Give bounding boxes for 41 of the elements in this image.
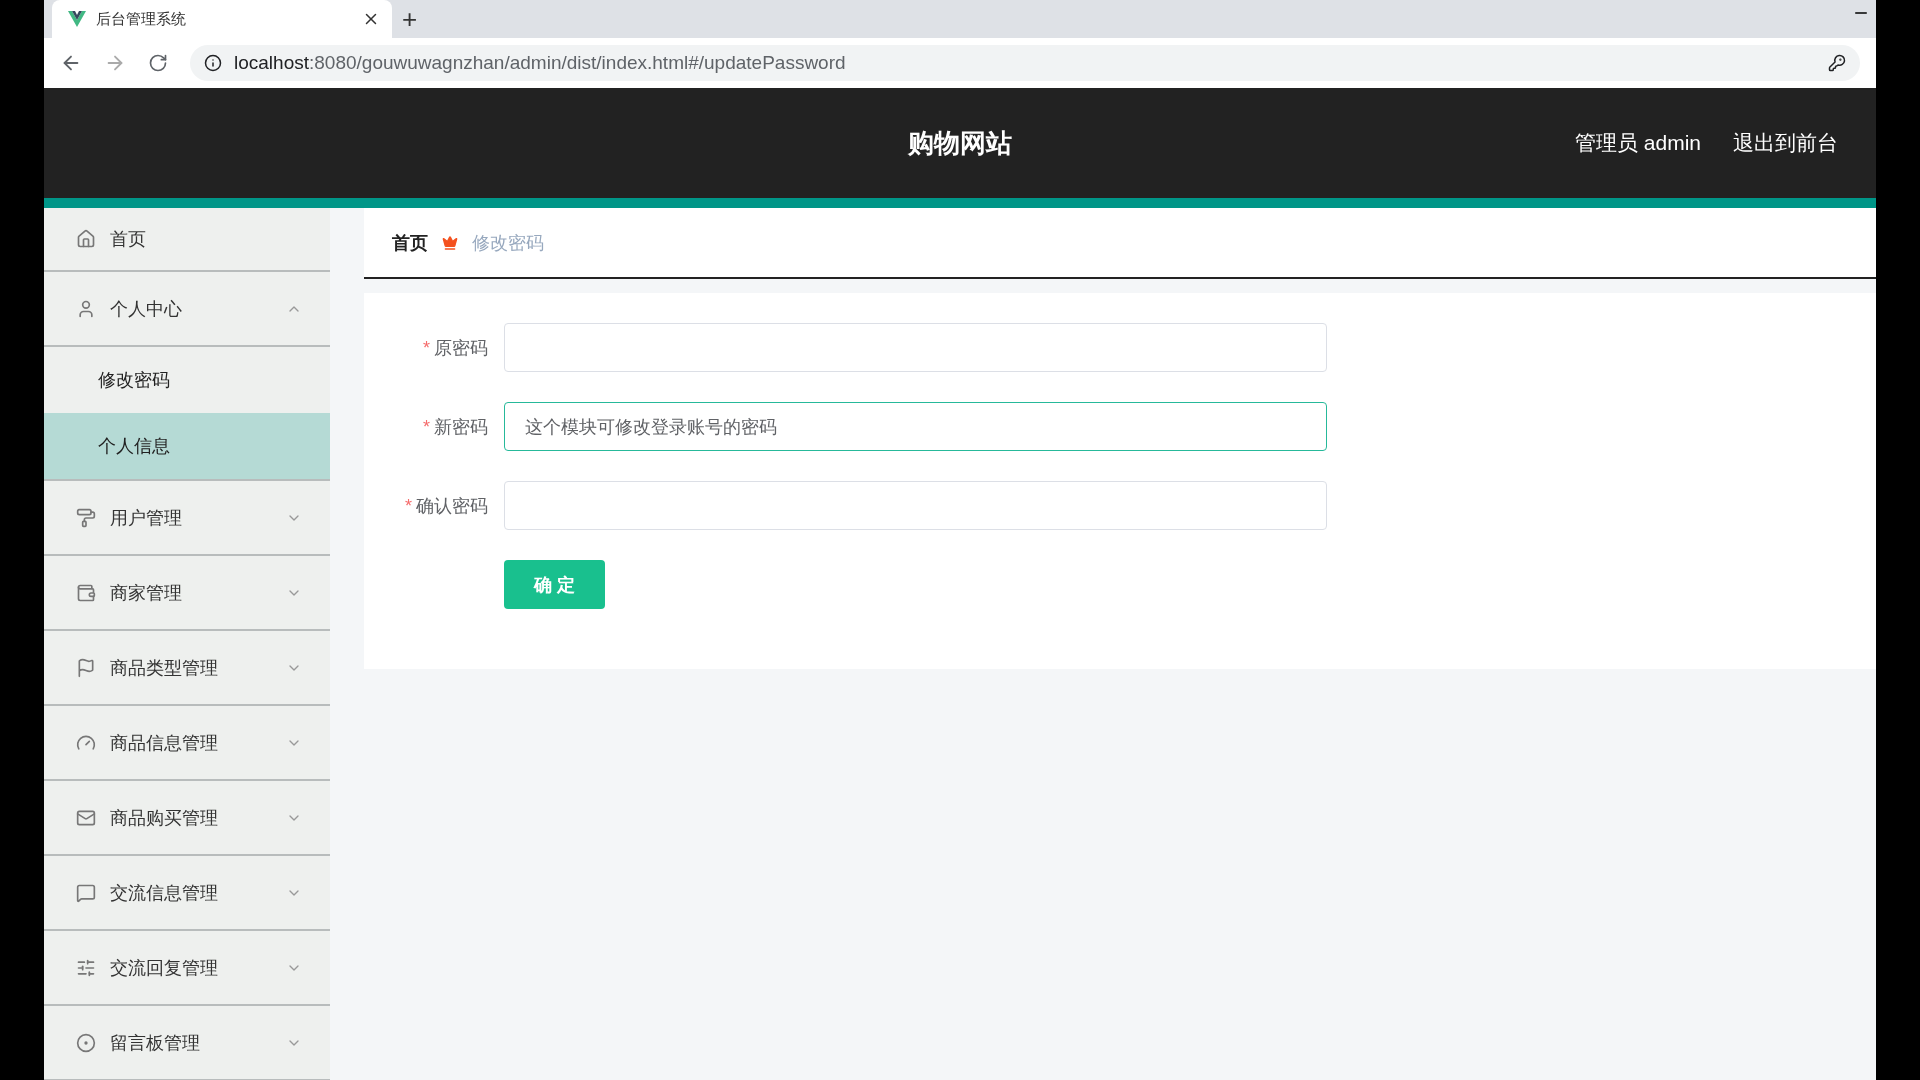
key-icon[interactable] — [1828, 54, 1846, 72]
user-icon — [76, 298, 96, 319]
field-label: * 原密码 — [422, 336, 489, 360]
sidebar-item[interactable]: 个人中心 — [44, 272, 330, 347]
url-text: localhost:8080/gouwuwagnzhan/admin/dist/index.html#/updatePassword — [234, 52, 846, 74]
password-field[interactable] — [504, 481, 1327, 530]
v-logo-icon — [68, 11, 86, 27]
sidebar-item[interactable]: 商家管理 — [44, 556, 330, 631]
wallet-icon — [76, 582, 96, 603]
sidebar-subitem[interactable]: 修改密码 — [44, 347, 330, 413]
crown-icon — [442, 234, 458, 251]
breadcrumb-current: 修改密码 — [472, 231, 544, 255]
address-bar[interactable]: localhost:8080/gouwuwagnzhan/admin/dist/index.html#/updatePassword — [190, 45, 1860, 81]
sidebar-item[interactable]: 留言板管理 — [44, 1006, 330, 1080]
flag-icon — [76, 657, 96, 678]
info-icon — [204, 54, 222, 72]
sidebar-item[interactable]: 商品类型管理 — [44, 631, 330, 706]
sidebar-item[interactable]: 用户管理 — [44, 481, 330, 556]
sidebar-item[interactable]: 交流信息管理 — [44, 856, 330, 931]
admin-user: 管理员 admin — [1574, 130, 1701, 156]
sidebar-item[interactable]: 商品信息管理 — [44, 706, 330, 781]
tab-title: 后台管理系统 — [96, 9, 187, 29]
chat-icon — [76, 882, 96, 903]
field-label: * 确认密码 — [404, 494, 489, 518]
reload-icon[interactable] — [148, 53, 168, 73]
breadcrumb-home[interactable]: 首页 — [392, 230, 428, 255]
sidebar-subitem[interactable]: 个人信息 — [44, 413, 330, 481]
sliders-icon — [76, 957, 96, 978]
site-title: 购物网站 — [908, 126, 1012, 160]
logout-link[interactable]: 退出到前台 — [1733, 129, 1838, 157]
browser-tab[interactable]: 后台管理系统 — [52, 0, 392, 38]
circle-icon — [76, 1032, 96, 1053]
sidebar-item[interactable]: 首页 — [44, 208, 330, 272]
field-label: * 新密码 — [422, 415, 489, 439]
sidebar-item[interactable]: 交流回复管理 — [44, 931, 330, 1006]
new-tab-button[interactable]: + — [402, 3, 418, 35]
password-field[interactable] — [504, 323, 1327, 372]
sidebar-item[interactable]: 商品购买管理 — [44, 781, 330, 856]
password-field[interactable]: 这个模块可修改登录账号的密码 — [504, 402, 1327, 451]
paint-roller-icon — [76, 507, 96, 528]
home-icon — [76, 229, 96, 249]
